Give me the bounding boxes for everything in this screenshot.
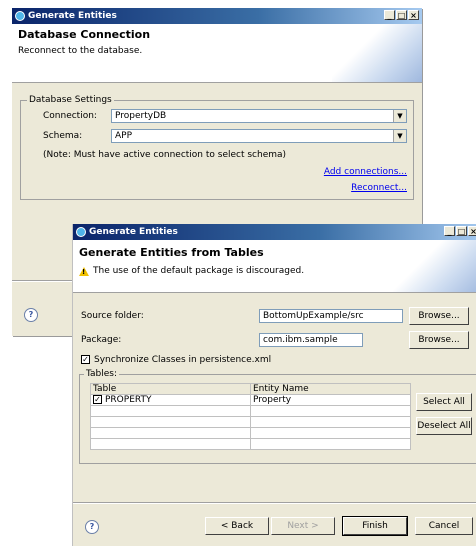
help-icon[interactable]: ? <box>24 308 38 322</box>
connection-combo[interactable]: PropertyDB ▼ <box>111 109 407 123</box>
schema-combo[interactable]: APP ▼ <box>111 129 407 143</box>
title-bar[interactable]: Generate Entities _ □ × <box>73 224 476 240</box>
warning-message: The use of the default package is discou… <box>93 266 305 276</box>
next-button: Next > <box>271 517 335 535</box>
tables-label: Tables: <box>84 369 119 379</box>
app-icon <box>76 227 86 237</box>
app-icon <box>15 11 25 21</box>
header-banner-image <box>393 240 476 292</box>
source-folder-label: Source folder: <box>81 311 144 321</box>
browse-source-folder-button[interactable]: Browse... <box>409 307 469 325</box>
table-name: PROPERTY <box>105 395 152 405</box>
page-title: Generate Entities from Tables <box>79 246 264 259</box>
row-checkbox[interactable]: ✓ <box>93 395 102 404</box>
entity-name-cell[interactable]: Property <box>250 394 411 406</box>
footer-separator <box>73 502 476 504</box>
chevron-down-icon[interactable]: ▼ <box>393 130 406 142</box>
deselect-all-button[interactable]: Deselect All <box>416 417 472 435</box>
connection-label: Connection: <box>43 111 97 121</box>
connection-value: PropertyDB <box>115 111 167 121</box>
back-button[interactable]: < Back <box>205 517 269 535</box>
maximize-button[interactable]: □ <box>456 226 467 236</box>
group-label: Database Settings <box>27 95 114 105</box>
header-banner-image <box>332 24 422 82</box>
table-column-header[interactable]: Table <box>90 383 251 395</box>
finish-button[interactable]: Finish <box>342 516 408 536</box>
minimize-button[interactable]: _ <box>384 10 395 20</box>
add-connections-link[interactable]: Add connections... <box>324 167 407 177</box>
wizard-header: Generate Entities from Tables ! The use … <box>73 240 476 293</box>
chevron-down-icon[interactable]: ▼ <box>393 110 406 122</box>
minimize-button[interactable]: _ <box>444 226 455 236</box>
table-row <box>90 438 411 450</box>
close-button[interactable]: × <box>468 226 476 236</box>
package-input[interactable]: com.ibm.sample <box>259 333 363 347</box>
package-label: Package: <box>81 335 122 345</box>
table-header-row: Table Entity Name <box>90 383 411 395</box>
cancel-button[interactable]: Cancel <box>415 517 473 535</box>
select-all-button[interactable]: Select All <box>416 393 472 411</box>
synchronize-checkbox[interactable]: ✓ <box>81 355 90 364</box>
browse-package-button[interactable]: Browse... <box>409 331 469 349</box>
title-bar[interactable]: Generate Entities _ □ × <box>12 8 422 24</box>
tables-group: Tables: Table Entity Name ✓ PROPERTY Prop… <box>79 369 476 464</box>
table-name-cell[interactable]: ✓ PROPERTY <box>90 394 251 406</box>
schema-value: APP <box>115 131 133 141</box>
window-title: Generate Entities <box>28 11 117 21</box>
table-row[interactable]: ✓ PROPERTY Property <box>90 394 411 406</box>
window-title: Generate Entities <box>89 227 178 237</box>
table-row <box>90 405 411 417</box>
warning-icon: ! <box>79 267 89 276</box>
page-description: Reconnect to the database. <box>18 46 143 56</box>
synchronize-label: Synchronize Classes in persistence.xml <box>94 355 272 365</box>
schema-label: Schema: <box>43 131 83 141</box>
maximize-button[interactable]: □ <box>396 10 407 20</box>
entity-name-column-header[interactable]: Entity Name <box>250 383 411 395</box>
table-row <box>90 427 411 439</box>
close-button[interactable]: × <box>408 10 419 20</box>
schema-note: (Note: Must have active connection to se… <box>43 150 287 160</box>
reconnect-link[interactable]: Reconnect... <box>351 183 407 193</box>
source-folder-input[interactable]: BottomUpExample/src <box>259 309 403 323</box>
wizard-header: Database Connection Reconnect to the dat… <box>12 24 422 83</box>
database-settings-group: Database Settings Connection: PropertyDB… <box>20 95 414 200</box>
help-icon[interactable]: ? <box>85 520 99 534</box>
generate-entities-dialog: Generate Entities _ □ × Generate Entitie… <box>72 224 476 546</box>
tables-table[interactable]: Table Entity Name ✓ PROPERTY Property <box>90 383 411 450</box>
table-row <box>90 416 411 428</box>
page-title: Database Connection <box>18 28 151 41</box>
